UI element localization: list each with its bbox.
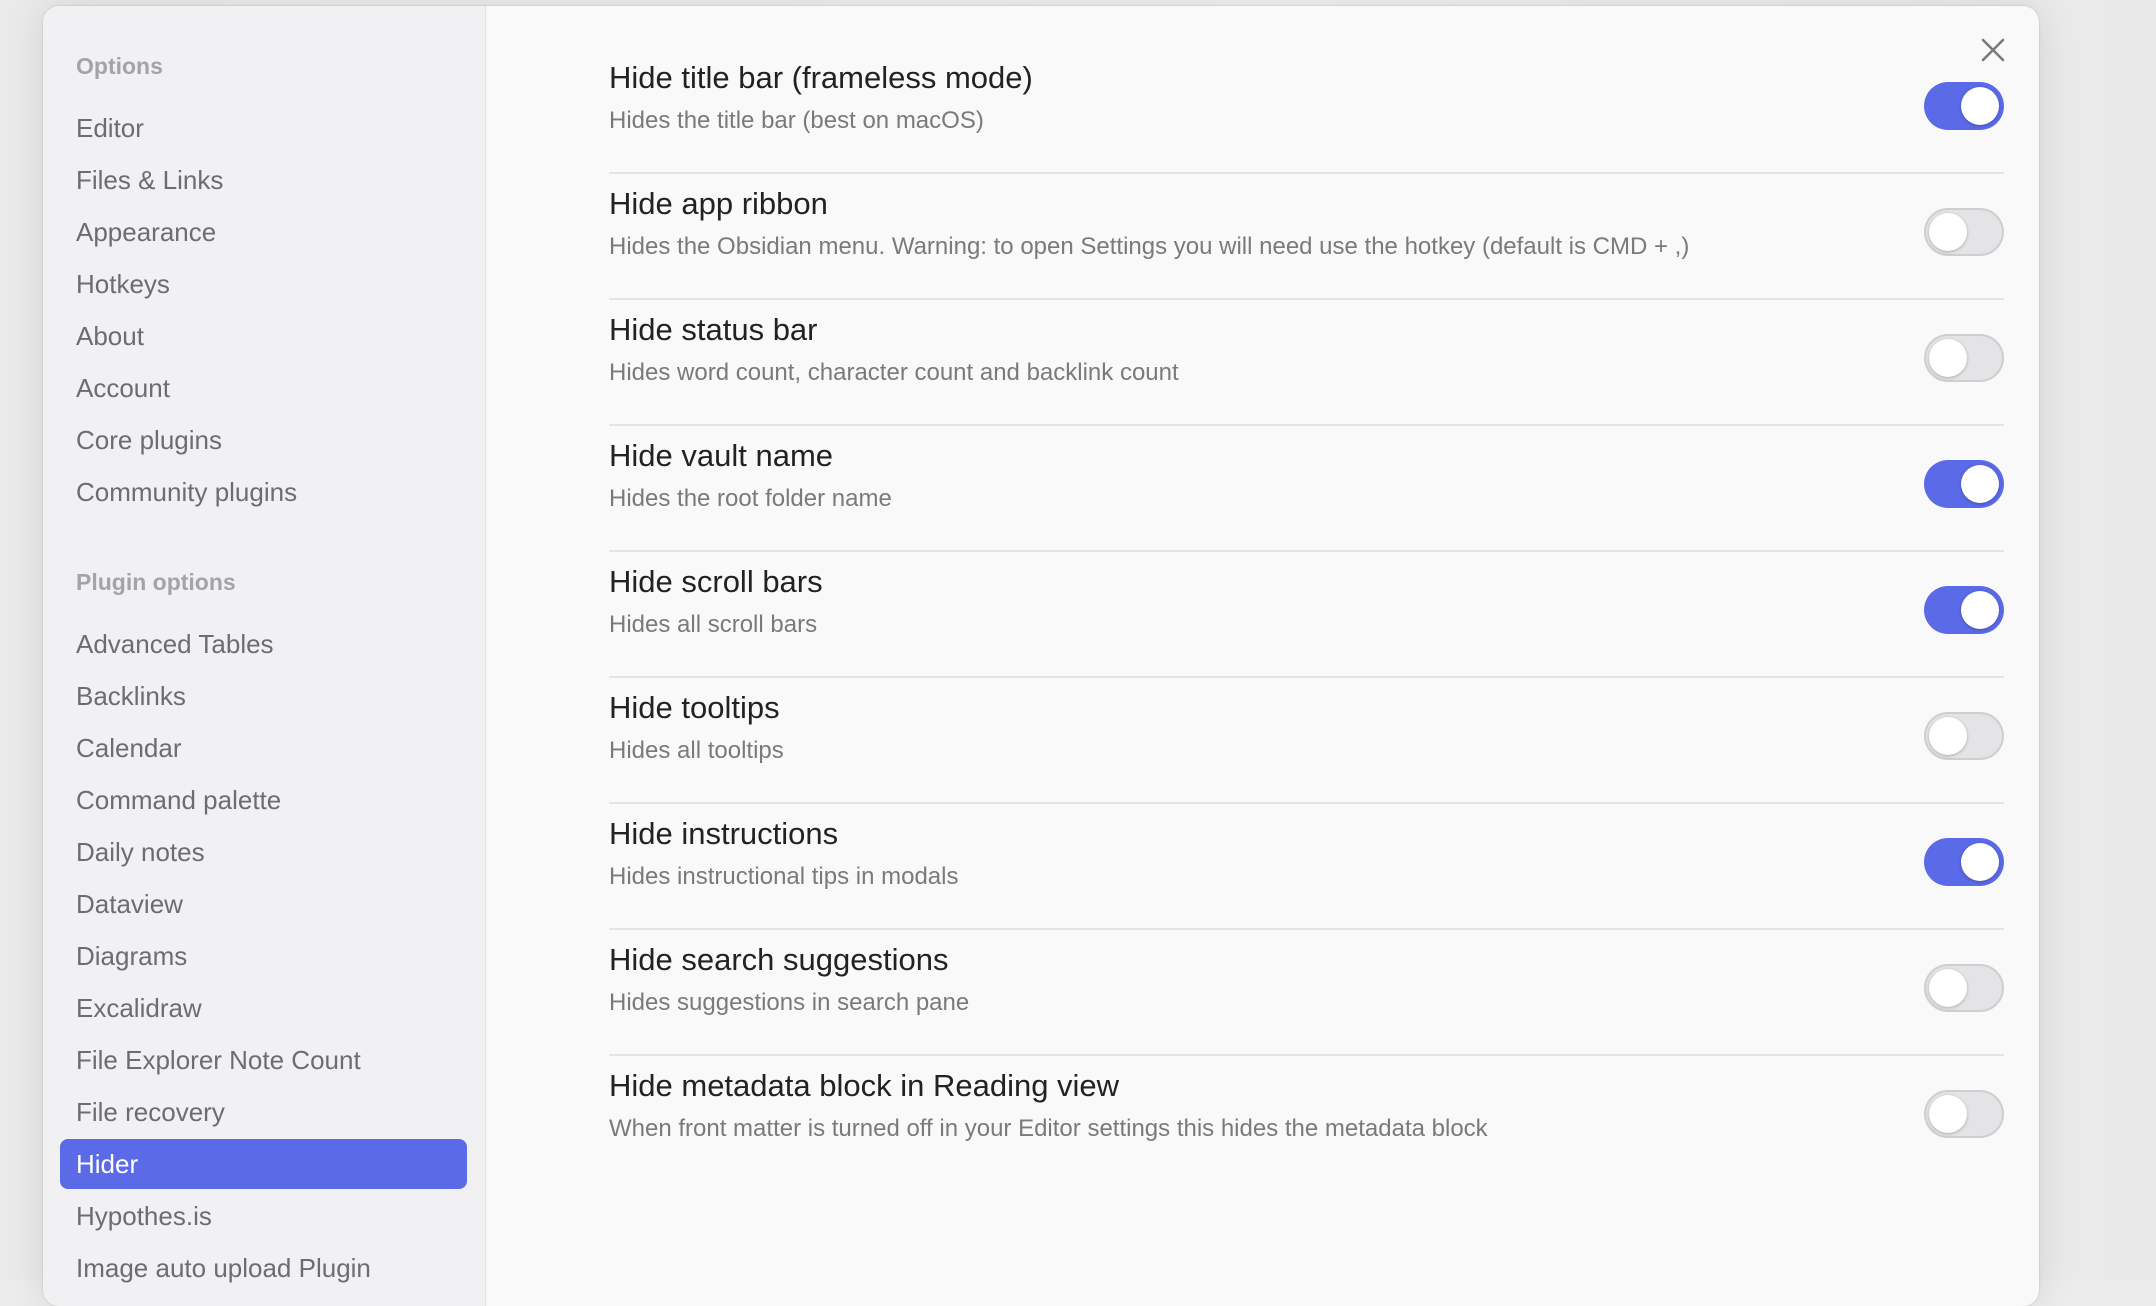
sidebar-item-advanced-tables[interactable]: Advanced Tables (60, 619, 467, 669)
sidebar-item-file-recovery[interactable]: File recovery (60, 1087, 467, 1137)
sidebar-item-account[interactable]: Account (60, 363, 467, 413)
sidebar-item-core-plugins[interactable]: Core plugins (60, 415, 467, 465)
toggle-hide-metadata-block[interactable] (1924, 1090, 2004, 1138)
setting-name: Hide app ribbon (609, 186, 828, 221)
setting-name: Hide title bar (frameless mode) (609, 60, 1033, 95)
toggle-hide-tooltips[interactable] (1924, 712, 2004, 760)
sidebar-item-hotkeys[interactable]: Hotkeys (60, 259, 467, 309)
setting-name: Hide scroll bars (609, 564, 823, 599)
setting-name: Hide vault name (609, 438, 834, 473)
toggle-knob (1929, 717, 1967, 755)
sidebar-item-command-palette[interactable]: Command palette (60, 775, 467, 825)
toggle-hide-scroll-bars[interactable] (1924, 586, 2004, 634)
setting-hide-tooltips: Hide tooltips Hides all tooltips (609, 678, 2004, 804)
setting-description: Hides instructional tips in modals (609, 863, 959, 890)
toggle-knob (1929, 969, 1967, 1007)
toggle-knob (1929, 1095, 1967, 1133)
sidebar-item-file-explorer-note-count[interactable]: File Explorer Note Count (60, 1035, 467, 1085)
toggle-knob (1961, 87, 1999, 125)
toggle-knob (1961, 591, 1999, 629)
toggle-hide-app-ribbon[interactable] (1924, 208, 2004, 256)
setting-description: Hides the title bar (best on macOS) (609, 107, 984, 134)
options-section-header: Options (76, 53, 163, 79)
plugin-options-section-header: Plugin options (76, 569, 236, 595)
toggle-hide-search-suggestions[interactable] (1924, 964, 2004, 1012)
setting-description: Hides word count, character count and ba… (609, 359, 1179, 386)
setting-description: When front matter is turned off in your … (609, 1115, 1488, 1142)
toggle-knob (1929, 213, 1967, 251)
setting-hide-metadata-block: Hide metadata block in Reading view When… (609, 1056, 2004, 1182)
sidebar-item-excalidraw[interactable]: Excalidraw (60, 983, 467, 1033)
setting-hide-scroll-bars: Hide scroll bars Hides all scroll bars (609, 552, 2004, 678)
setting-hide-status-bar: Hide status bar Hides word count, charac… (609, 300, 2004, 426)
setting-description: Hides all tooltips (609, 737, 784, 764)
setting-name: Hide instructions (609, 816, 839, 851)
toggle-hide-title-bar[interactable] (1924, 82, 2004, 130)
setting-name: Hide search suggestions (609, 942, 949, 977)
sidebar-item-editor[interactable]: Editor (60, 103, 467, 153)
toggle-knob (1961, 843, 1999, 881)
sidebar-item-daily-notes[interactable]: Daily notes (60, 827, 467, 877)
setting-description: Hides suggestions in search pane (609, 989, 970, 1016)
sidebar-item-files-links[interactable]: Files & Links (60, 155, 467, 205)
setting-description: Hides all scroll bars (609, 611, 818, 638)
toggle-hide-vault-name[interactable] (1924, 460, 2004, 508)
toggle-knob (1929, 339, 1967, 377)
setting-description: Hides the root folder name (609, 485, 892, 512)
settings-modal: Options Editor Files & Links Appearance … (43, 6, 2039, 1306)
settings-sidebar: Options Editor Files & Links Appearance … (43, 6, 486, 1306)
sidebar-item-community-plugins[interactable]: Community plugins (60, 467, 467, 517)
sidebar-item-calendar[interactable]: Calendar (60, 723, 467, 773)
setting-hide-search-suggestions: Hide search suggestions Hides suggestion… (609, 930, 2004, 1056)
setting-hide-app-ribbon: Hide app ribbon Hides the Obsidian menu.… (609, 174, 2004, 300)
sidebar-item-about[interactable]: About (60, 311, 467, 361)
setting-name: Hide status bar (609, 312, 818, 347)
setting-name: Hide metadata block in Reading view (609, 1068, 1120, 1103)
toggle-hide-status-bar[interactable] (1924, 334, 2004, 382)
sidebar-item-hider[interactable]: Hider (60, 1139, 467, 1189)
sidebar-item-backlinks[interactable]: Backlinks (60, 671, 467, 721)
toggle-knob (1961, 465, 1999, 503)
toggle-hide-instructions[interactable] (1924, 838, 2004, 886)
sidebar-item-hypothes-is[interactable]: Hypothes.is (60, 1191, 467, 1241)
sidebar-item-appearance[interactable]: Appearance (60, 207, 467, 257)
setting-hide-title-bar: Hide title bar (frameless mode) Hides th… (609, 48, 2004, 174)
setting-name: Hide tooltips (609, 690, 780, 725)
setting-hide-vault-name: Hide vault name Hides the root folder na… (609, 426, 2004, 552)
setting-description: Hides the Obsidian menu. Warning: to ope… (609, 233, 1690, 260)
sidebar-item-diagrams[interactable]: Diagrams (60, 931, 467, 981)
sidebar-item-image-auto-upload[interactable]: Image auto upload Plugin (60, 1243, 467, 1293)
sidebar-item-dataview[interactable]: Dataview (60, 879, 467, 929)
settings-content: Hide title bar (frameless mode) Hides th… (486, 6, 2039, 1306)
setting-hide-instructions: Hide instructions Hides instructional ti… (609, 804, 2004, 930)
